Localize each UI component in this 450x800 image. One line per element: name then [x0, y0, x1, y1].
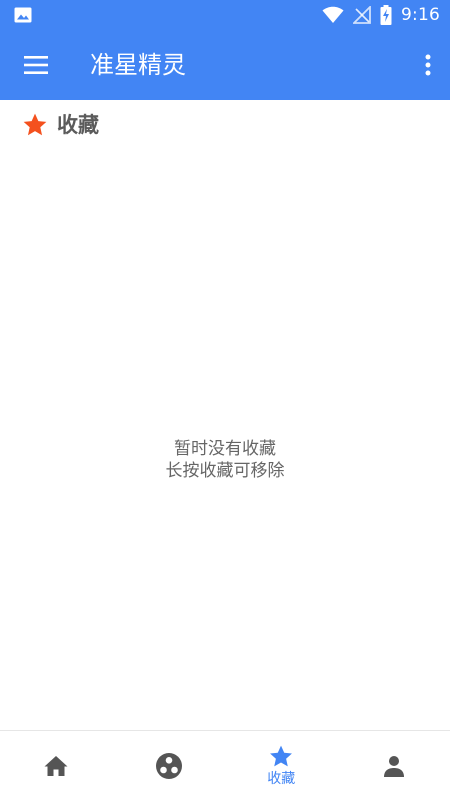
bottom-navigation: 收藏 — [0, 730, 450, 800]
nav-item-home[interactable] — [0, 731, 113, 800]
overflow-menu-button[interactable] — [414, 43, 442, 87]
empty-state: 暂时没有收藏 长按收藏可移除 — [0, 438, 450, 482]
empty-state-message: 暂时没有收藏 — [174, 439, 276, 459]
status-time: 9:16 — [401, 5, 440, 25]
status-icons: 9:16 — [322, 4, 440, 26]
image-icon — [14, 7, 32, 23]
star-icon — [23, 113, 47, 136]
hamburger-menu-icon — [24, 56, 48, 74]
no-signal-icon — [353, 6, 371, 24]
app-bar: 准星精灵 — [0, 31, 450, 100]
more-vert-icon — [425, 54, 431, 76]
home-icon — [44, 755, 68, 776]
app-title: 准星精灵 — [90, 51, 186, 79]
battery-charging-icon — [380, 5, 392, 25]
nav-item-crosshair[interactable] — [113, 731, 226, 800]
nav-item-profile[interactable] — [338, 731, 450, 800]
favorites-header: 收藏 — [0, 100, 450, 150]
top-bar: 9:16 准星精灵 — [0, 0, 450, 100]
wifi-icon — [322, 6, 344, 23]
star-icon — [270, 745, 293, 766]
crosshair-icon — [155, 752, 182, 779]
empty-state-hint: 长按收藏可移除 — [165, 461, 285, 481]
nav-label-favorites: 收藏 — [267, 770, 296, 787]
nav-item-favorites[interactable]: 收藏 — [225, 731, 338, 800]
menu-button[interactable] — [14, 43, 58, 87]
status-bar: 9:16 — [0, 0, 450, 31]
person-icon — [383, 755, 404, 777]
app-root: 9:16 准星精灵 收藏 暂时没有收藏 长按收藏可移除 收藏 — [0, 0, 450, 800]
section-title: 收藏 — [57, 113, 99, 137]
